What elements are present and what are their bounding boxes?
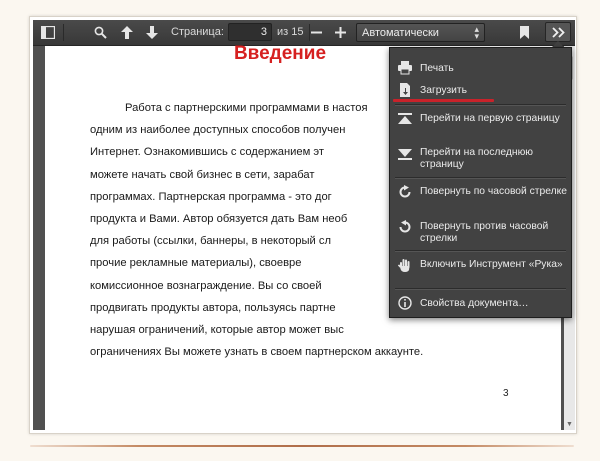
page-count: из 15 (277, 26, 304, 38)
menu-item-rotate-counterclockwise[interactable]: Повернуть против часовой стрелки (390, 218, 571, 248)
menu-item-first-page[interactable]: Перейти на первую страницу (390, 110, 571, 140)
paragraph-line: можете начать свой бизнес в сети, зараба… (90, 169, 315, 181)
paragraph-line: для работы (ссылки, баннеры, в некоторый… (90, 235, 332, 247)
tools-menu-button[interactable] (545, 22, 571, 42)
rotate-clockwise-icon (399, 185, 411, 198)
tools-menu: Печать Загрузить Перейти на первую стран… (389, 47, 572, 318)
menu-item-document-properties-label: Свойства документа… (420, 298, 529, 309)
toolbar-separator (63, 24, 64, 41)
menu-separator (395, 177, 566, 179)
menu-item-rotate-counterclockwise-label: Повернуть против часовой стрелки (420, 221, 549, 244)
hand-icon (398, 259, 410, 272)
page-number: 3 (503, 388, 509, 399)
paragraph-line: нарушая ограничений, которые автор может… (90, 324, 344, 336)
menu-item-first-page-label: Перейти на первую страницу (420, 113, 560, 124)
menu-item-print-label: Печать (420, 63, 454, 74)
select-arrows-icon: ▴ ▾ (474, 24, 479, 41)
rotate-counterclockwise-icon (399, 220, 411, 233)
sidebar-toggle-icon[interactable] (37, 23, 59, 42)
paragraph-line: комиссионное вознаграждение. Вы со своей (90, 280, 322, 292)
paragraph-line: одним из наиболее доступных способов пол… (90, 124, 346, 136)
menu-separator (395, 104, 566, 106)
bookmark-icon[interactable] (513, 23, 535, 42)
menu-separator (395, 250, 566, 252)
search-icon[interactable] (89, 23, 111, 42)
paragraph-line: Интернет. Ознакомившись с содержанием эт (90, 146, 325, 158)
paragraph-line: продвигать продукты автора, пользуясь па… (90, 302, 336, 314)
download-highlight-underline (393, 99, 494, 102)
paragraph-line: программах. Партнерская программа - это … (90, 191, 332, 203)
page-number-input[interactable] (228, 23, 272, 41)
zoom-select[interactable]: Автоматически ▴ ▾ (356, 23, 485, 42)
menu-separator (395, 288, 566, 290)
menu-item-download-label: Загрузить (420, 85, 468, 96)
paragraph-line: прочие рекламные материалы), своевре (90, 257, 302, 269)
menu-item-document-properties[interactable]: Свойства документа… (390, 294, 571, 314)
menu-item-print[interactable]: Печать (390, 58, 571, 78)
menu-item-hand-tool-label: Включить Инструмент «Рука» (420, 259, 563, 270)
zoom-in-icon[interactable] (329, 23, 351, 42)
scroll-down-icon[interactable]: ▼ (566, 421, 573, 428)
zoom-select-value: Автоматически (362, 27, 439, 39)
download-icon (400, 83, 410, 97)
menu-item-hand-tool[interactable]: Включить Инструмент «Рука» (390, 256, 571, 286)
decorative-bottom-rule (30, 445, 574, 447)
menu-item-rotate-clockwise-label: Повернуть по часовой стрелке (420, 186, 567, 197)
info-icon (398, 296, 412, 310)
menu-item-rotate-clockwise[interactable]: Повернуть по часовой стрелке (390, 183, 571, 213)
paragraph-line: ограничениях Вы можете узнать в своем па… (90, 346, 424, 358)
zoom-out-icon[interactable] (305, 23, 327, 42)
printer-icon (398, 61, 412, 75)
menu-item-last-page[interactable]: Перейти на последнюю страницу (390, 144, 571, 174)
previous-page-icon[interactable] (116, 23, 138, 42)
last-page-icon (398, 149, 412, 160)
first-page-icon (398, 113, 412, 124)
menu-item-last-page-label: Перейти на последнюю страницу (420, 147, 534, 170)
page-label: Страница: (171, 26, 224, 38)
paragraph-line: продукта и Вами. Автор обязуется дать Ва… (90, 213, 348, 225)
paragraph-line: Работа с партнерскими программами в наст… (125, 102, 368, 114)
menu-item-download[interactable]: Загрузить (390, 80, 571, 100)
next-page-icon[interactable] (141, 23, 163, 42)
double-chevron-right-icon (551, 26, 565, 38)
